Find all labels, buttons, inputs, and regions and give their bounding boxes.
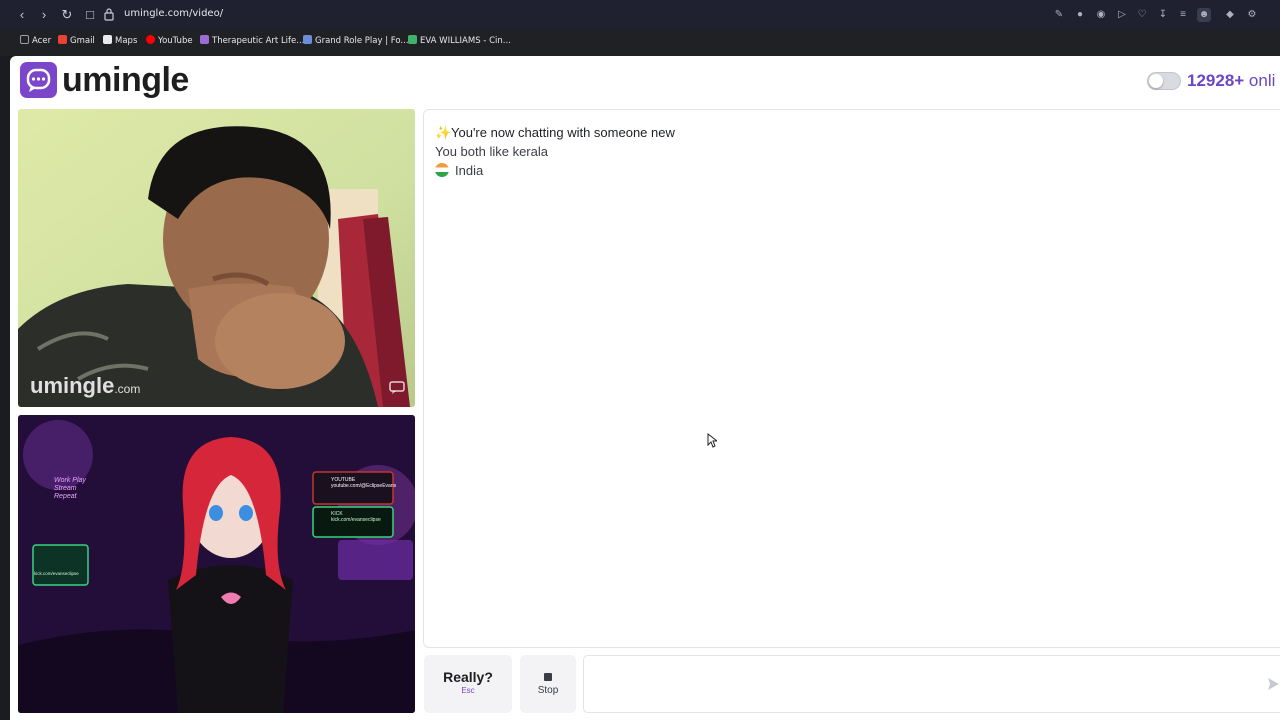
local-video: Work Play Stream Repeat YOUTUBE youtube.c…	[18, 415, 415, 713]
skip-button-label: Really?	[443, 669, 493, 685]
online-count: 12928+ onli	[1187, 71, 1276, 90]
stop-icon	[544, 673, 552, 681]
twitch-overlay: kick.com/evanseclipse	[34, 571, 79, 576]
lock-icon	[104, 8, 114, 21]
menu-icon[interactable]: ≡	[1176, 8, 1190, 22]
folder-icon	[20, 35, 29, 44]
download-icon[interactable]: ↧	[1156, 8, 1170, 22]
mouse-cursor-icon	[707, 433, 717, 448]
twitch-icon	[200, 35, 209, 44]
toggle-knob	[1149, 74, 1163, 88]
remote-video: umingle.com	[18, 109, 415, 407]
bookmark-eva-williams[interactable]: EVA WILLIAMS - Cin...	[408, 35, 511, 48]
site-icon	[408, 35, 417, 44]
youtube-overlay: YOUTUBE youtube.com/@EclipseEvans	[331, 477, 397, 489]
theme-toggle[interactable]	[1147, 72, 1181, 90]
india-flag-icon	[435, 163, 449, 177]
report-flag-icon[interactable]	[389, 381, 405, 395]
back-icon[interactable]: ‹	[13, 6, 31, 24]
bookmarks-bar: Acer Gmail Maps YouTube Therapeutic Art …	[0, 30, 1280, 52]
bookmark-youtube[interactable]: YouTube	[146, 35, 193, 48]
umingle-page: umingle 12928+ onli umingle.com Work Pla…	[10, 56, 1280, 720]
address-bar-row: ‹ › ↻ □ umingle.com/video/ ✎ ● ◉ ▷ ♡ ↧ ≡…	[0, 0, 1280, 30]
sparkle-icon: ✨	[435, 125, 452, 140]
bookmark-acer[interactable]: Acer	[20, 35, 51, 48]
play-icon[interactable]: ▷	[1115, 8, 1129, 22]
profile-icon[interactable]: ☻	[1197, 8, 1211, 22]
work-play-sign: Work Play Stream Repeat	[54, 477, 86, 500]
settings-icon[interactable]: ⚙	[1245, 8, 1259, 22]
bookmark-therapeutic[interactable]: Therapeutic Art Life...	[200, 35, 304, 48]
chat-panel: ✨You're now chatting with someone new Yo…	[423, 109, 1280, 648]
url-text[interactable]: umingle.com/video/	[124, 8, 223, 19]
youtube-icon	[146, 35, 155, 44]
tab-switch-icon[interactable]: □	[81, 6, 99, 24]
stop-button-label: Stop	[537, 685, 559, 696]
partner-country: India	[435, 163, 483, 178]
common-interest-text: You both like kerala	[435, 144, 548, 159]
message-input[interactable]	[584, 656, 1244, 712]
stop-button[interactable]: Stop	[520, 655, 576, 713]
forward-icon[interactable]: ›	[35, 6, 53, 24]
shield-icon[interactable]: ◉	[1094, 8, 1108, 22]
bookmark-grand-role-play[interactable]: Grand Role Play | Fo...	[303, 35, 409, 48]
heart-icon[interactable]: ♡	[1135, 8, 1149, 22]
message-input-wrapper	[583, 655, 1280, 713]
camera-icon[interactable]: ●	[1073, 8, 1087, 22]
gmail-icon	[58, 35, 67, 44]
bookmark-gmail[interactable]: Gmail	[58, 35, 95, 48]
edit-icon[interactable]: ✎	[1052, 8, 1066, 22]
kick-overlay: KICK kick.com/evanseclipse	[331, 511, 381, 523]
skip-shortcut-hint: Esc	[461, 686, 475, 695]
logo-chat-icon[interactable]	[20, 62, 57, 98]
bookmark-maps[interactable]: Maps	[103, 35, 137, 48]
video-watermark: umingle.com	[30, 373, 141, 398]
extension-icon[interactable]: ◆	[1223, 8, 1237, 22]
reload-icon[interactable]: ↻	[58, 6, 76, 24]
browser-chrome: ‹ › ↻ □ umingle.com/video/ ✎ ● ◉ ▷ ♡ ↧ ≡…	[0, 0, 1280, 56]
site-icon	[303, 35, 312, 44]
maps-icon	[103, 35, 112, 44]
send-icon[interactable]	[1266, 676, 1280, 692]
chat-system-message: ✨You're now chatting with someone new	[435, 125, 675, 140]
skip-button[interactable]: Really? Esc	[424, 655, 512, 713]
logo-text[interactable]: umingle	[62, 61, 189, 100]
